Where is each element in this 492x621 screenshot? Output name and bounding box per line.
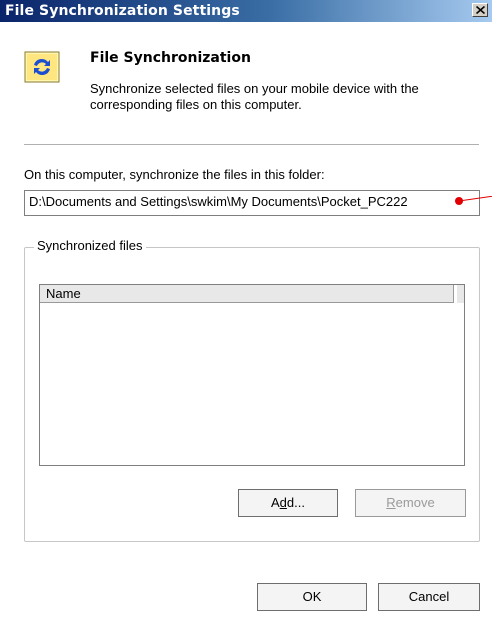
window-title: File Synchronization Settings <box>5 3 240 19</box>
synchronized-files-list[interactable]: Name <box>39 284 465 466</box>
cancel-button[interactable]: Cancel <box>378 583 480 611</box>
header-description: Synchronize selected files on your mobil… <box>90 81 419 112</box>
synchronized-files-legend: Synchronized files <box>34 238 146 253</box>
name-column-header[interactable]: Name <box>40 285 454 303</box>
ok-button[interactable]: OK <box>257 583 367 611</box>
header-divider <box>24 144 479 146</box>
title-bar[interactable]: File Synchronization Settings <box>0 0 492 22</box>
close-icon <box>476 6 485 14</box>
add-button[interactable]: Add... <box>238 489 338 517</box>
name-column-label: Name <box>46 286 81 301</box>
close-button[interactable] <box>472 3 488 17</box>
folder-path-field[interactable]: D:\Documents and Settings\swkim\My Docum… <box>24 190 480 216</box>
folder-label: On this computer, synchronize the files … <box>24 167 325 182</box>
file-sync-settings-dialog: File Synchronization Settings File Synch… <box>0 0 492 621</box>
sync-arrows-icon <box>24 51 60 83</box>
callout-marker <box>455 196 492 205</box>
header-title: File Synchronization <box>90 50 251 66</box>
remove-button[interactable]: Remove <box>355 489 466 517</box>
column-header-filler <box>456 285 464 303</box>
